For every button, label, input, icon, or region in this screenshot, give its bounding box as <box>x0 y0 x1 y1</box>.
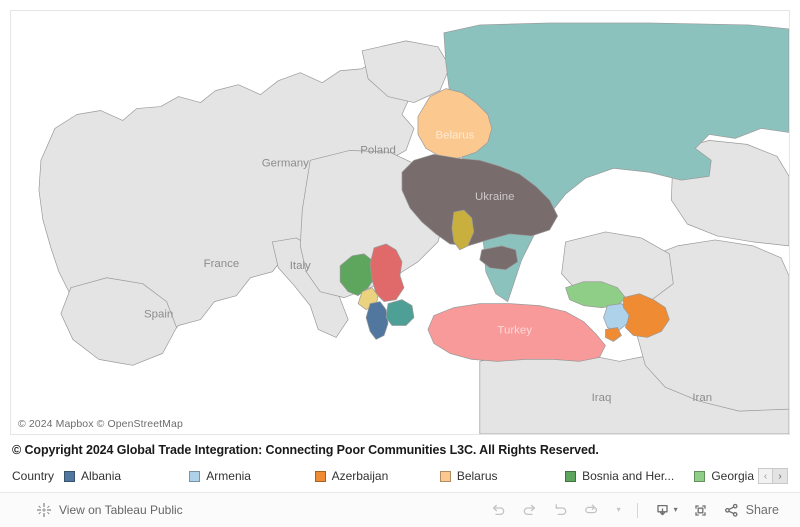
legend-item-albania[interactable]: Albania <box>64 469 189 483</box>
legend-item-label: Azerbaijan <box>331 469 389 483</box>
legend-item-armenia[interactable]: Armenia <box>189 469 314 483</box>
revert-button[interactable] <box>545 497 576 523</box>
legend-swatch-icon <box>565 470 577 482</box>
chevron-down-icon: ▾ <box>673 505 678 514</box>
refresh-button[interactable] <box>576 497 607 523</box>
share-label: Share <box>745 503 779 517</box>
legend-item-georgia[interactable]: Georgia <box>694 469 754 483</box>
download-button[interactable]: ▾ <box>647 497 685 523</box>
tableau-viz-container: Spain France Germany Italy Poland Belaru… <box>0 0 800 527</box>
undo-button[interactable] <box>483 497 514 523</box>
view-on-tableau-public-button[interactable]: View on Tableau Public <box>36 502 183 518</box>
legend-next-button[interactable]: › <box>773 468 788 484</box>
legend-swatch-icon <box>64 470 76 482</box>
toolbar-actions: ▾ ▾ Share <box>483 497 786 523</box>
legend-item-label: Albania <box>81 469 122 483</box>
legend-swatch-icon <box>694 470 706 482</box>
legend-item-azerbaijan[interactable]: Azerbaijan <box>314 469 440 483</box>
legend-title: Country <box>12 469 55 483</box>
map-attribution: © 2024 Mapbox © OpenStreetMap <box>15 418 186 431</box>
map-svg[interactable]: Spain France Germany Italy Poland Belaru… <box>11 11 789 434</box>
legend-item-label: Belarus <box>456 469 498 483</box>
legend-item-bosnia-and-herzegovina[interactable]: Bosnia and Her... <box>565 469 694 483</box>
legend-swatch-icon <box>439 470 451 482</box>
fullscreen-button[interactable] <box>685 497 716 523</box>
legend-items: Albania Armenia Azerbaijan Belarus Bosni… <box>64 469 754 483</box>
legend-item-label: Armenia <box>206 469 251 483</box>
legend-swatch-icon <box>189 470 201 482</box>
view-on-tableau-public-label: View on Tableau Public <box>59 503 183 517</box>
legend-country: Country Albania Armenia Azerbaijan Belar… <box>12 464 788 488</box>
tableau-logo-icon <box>36 502 52 518</box>
pause-auto-updates-caret[interactable]: ▾ <box>607 497 628 523</box>
share-button[interactable]: Share <box>716 497 786 523</box>
legend-item-belarus[interactable]: Belarus <box>439 469 565 483</box>
legend-item-label: Bosnia and Her... <box>582 469 675 483</box>
bottom-toolbar: View on Tableau Public ▾ ▾ Share <box>0 492 800 527</box>
legend-item-label: Georgia <box>711 469 754 483</box>
redo-button[interactable] <box>514 497 545 523</box>
copyright-text: © Copyright 2024 Global Trade Integratio… <box>12 443 599 457</box>
map-canvas[interactable]: Spain France Germany Italy Poland Belaru… <box>10 10 790 435</box>
toolbar-divider <box>636 502 638 518</box>
chevron-down-icon: ▾ <box>616 505 621 514</box>
legend-swatch-icon <box>314 470 326 482</box>
legend-prev-button[interactable]: ‹ <box>758 468 773 484</box>
legend-pagination: ‹ › <box>758 468 788 484</box>
